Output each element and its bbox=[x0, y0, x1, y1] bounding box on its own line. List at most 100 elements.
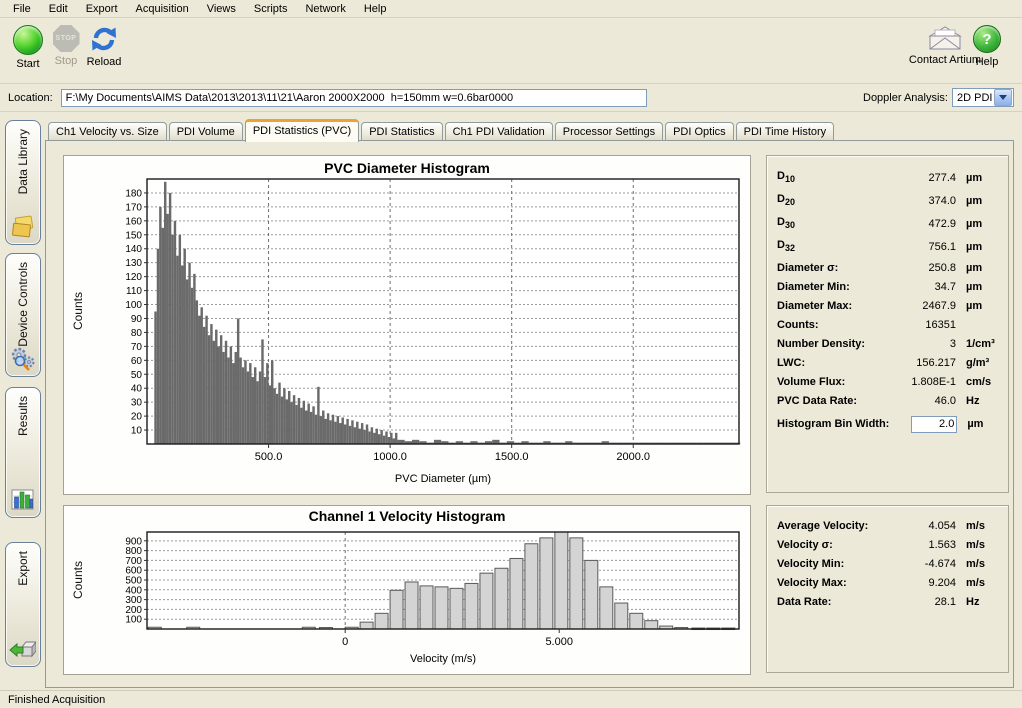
svg-text:120: 120 bbox=[125, 272, 142, 283]
tab-processor-settings[interactable]: Processor Settings bbox=[555, 122, 663, 141]
location-label: Location: bbox=[8, 92, 53, 104]
help-button[interactable]: ? Help bbox=[964, 25, 1010, 68]
results-chart-icon bbox=[10, 488, 36, 512]
svg-text:1000.0: 1000.0 bbox=[373, 451, 407, 463]
stop-label: Stop bbox=[55, 55, 78, 67]
menu-help[interactable]: Help bbox=[355, 1, 396, 17]
pvc-stat-unit-0: µm bbox=[956, 172, 1002, 184]
sidebar-item-results[interactable]: Results bbox=[5, 387, 41, 518]
pvc-stat-row-11: PVC Data Rate:46.0Hz bbox=[767, 391, 1008, 410]
pvc-stat-row-2: D30472.9µm bbox=[767, 212, 1008, 235]
folders-icon bbox=[10, 215, 36, 239]
velocity-stat-value-2: -4.674 bbox=[888, 558, 956, 570]
svg-text:10: 10 bbox=[131, 426, 143, 437]
pvc-stat-row-1: D20374.0µm bbox=[767, 189, 1008, 212]
sidebar-item-device-controls[interactable]: Device Controls bbox=[5, 253, 41, 377]
pvc-stat-row-10: Volume Flux:1.808E-1cm/s bbox=[767, 372, 1008, 391]
tab-bar: Ch1 Velocity vs. Size PDI Volume PDI Sta… bbox=[48, 119, 836, 141]
pvc-stat-value-1: 374.0 bbox=[888, 195, 956, 207]
velocity-stat-label-0: Average Velocity: bbox=[777, 520, 888, 532]
tab-pdi-optics[interactable]: PDI Optics bbox=[665, 122, 734, 141]
status-text: Finished Acquisition bbox=[8, 694, 105, 706]
doppler-analysis-select[interactable]: 2D PDI bbox=[952, 88, 1014, 107]
pvc-stat-unit-12: µm bbox=[957, 418, 1003, 430]
pvc-stat-label-4: Diameter σ: bbox=[777, 262, 888, 274]
location-input[interactable] bbox=[61, 89, 647, 107]
sidebar-item-data-library[interactable]: Data Library bbox=[5, 120, 41, 245]
tab-ch1-velocity-vs-size[interactable]: Ch1 Velocity vs. Size bbox=[48, 122, 167, 141]
velocity-stat-label-2: Velocity Min: bbox=[777, 558, 888, 570]
sidebar-label-data-library: Data Library bbox=[16, 129, 30, 194]
sidebar-label-export: Export bbox=[16, 551, 30, 586]
svg-text:70: 70 bbox=[131, 342, 143, 353]
application-window: File Edit Export Acquisition Views Scrip… bbox=[0, 0, 1022, 708]
pvc-stat-unit-11: Hz bbox=[956, 395, 1002, 407]
tab-pdi-statistics[interactable]: PDI Statistics bbox=[361, 122, 442, 141]
pvc-stat-label-0: D10 bbox=[777, 170, 888, 184]
menu-views[interactable]: Views bbox=[198, 1, 245, 17]
svg-text:160: 160 bbox=[125, 216, 142, 227]
velocity-stat-value-0: 4.054 bbox=[888, 520, 956, 532]
svg-text:2000.0: 2000.0 bbox=[616, 451, 650, 463]
reload-label: Reload bbox=[87, 56, 122, 68]
pvc-chart-xlabel: PVC Diameter (µm) bbox=[147, 473, 739, 485]
pvc-stat-value-5: 34.7 bbox=[888, 281, 956, 293]
svg-text:40: 40 bbox=[131, 384, 143, 395]
status-bar: Finished Acquisition bbox=[0, 690, 1022, 708]
svg-text:100: 100 bbox=[125, 300, 142, 311]
svg-text:80: 80 bbox=[131, 328, 143, 339]
svg-text:400: 400 bbox=[125, 585, 142, 596]
pvc-stat-unit-5: µm bbox=[956, 281, 1002, 293]
menu-network[interactable]: Network bbox=[296, 1, 354, 17]
sidebar-item-export[interactable]: Export bbox=[5, 542, 41, 667]
pvc-stat-value-7: 16351 bbox=[888, 319, 956, 331]
velocity-stat-row-0: Average Velocity:4.054m/s bbox=[767, 516, 1008, 535]
pvc-stat-row-12: Histogram Bin Width: µm bbox=[767, 413, 1008, 435]
pvc-stat-row-9: LWC:156.217g/m³ bbox=[767, 353, 1008, 372]
menu-scripts[interactable]: Scripts bbox=[245, 1, 297, 17]
svg-text:5.000: 5.000 bbox=[545, 636, 573, 648]
velocity-stat-value-1: 1.563 bbox=[888, 539, 956, 551]
menu-export[interactable]: Export bbox=[77, 1, 127, 17]
pvc-stat-label-2: D30 bbox=[777, 216, 888, 230]
pvc-stat-value-6: 2467.9 bbox=[888, 300, 956, 312]
velocity-stat-label-4: Data Rate: bbox=[777, 596, 888, 608]
pvc-stat-unit-2: µm bbox=[956, 218, 1002, 230]
velocity-histogram-plot: 05.000100200300400500600700800900 bbox=[64, 506, 750, 650]
pvc-stat-row-8: Number Density:31/cm³ bbox=[767, 334, 1008, 353]
menu-acquisition[interactable]: Acquisition bbox=[127, 1, 198, 17]
doppler-analysis-label: Doppler Analysis: bbox=[863, 92, 948, 104]
menu-edit[interactable]: Edit bbox=[40, 1, 77, 17]
tab-pdi-time-history[interactable]: PDI Time History bbox=[736, 122, 835, 141]
velocity-histogram-box: Channel 1 Velocity Histogram Counts 05.0… bbox=[63, 505, 751, 675]
pvc-stat-label-12: Histogram Bin Width: bbox=[777, 418, 889, 430]
help-label: Help bbox=[976, 56, 999, 68]
pvc-stat-label-6: Diameter Max: bbox=[777, 300, 888, 312]
tab-ch1-pdi-validation[interactable]: Ch1 PDI Validation bbox=[445, 122, 553, 141]
location-bar: Location: Doppler Analysis: 2D PDI bbox=[0, 84, 1022, 112]
sidebar: Data Library Device Controls Results bbox=[0, 112, 45, 690]
histogram-bin-width-input[interactable] bbox=[911, 416, 957, 433]
pvc-stat-unit-8: 1/cm³ bbox=[956, 338, 1002, 350]
dropdown-button[interactable] bbox=[994, 89, 1012, 106]
svg-text:300: 300 bbox=[125, 595, 142, 606]
reload-button[interactable]: Reload bbox=[76, 25, 132, 68]
svg-text:200: 200 bbox=[125, 605, 142, 616]
pvc-stat-unit-9: g/m³ bbox=[956, 357, 1002, 369]
velocity-statistics-panel: Average Velocity:4.054m/sVelocity σ:1.56… bbox=[766, 505, 1009, 673]
svg-text:60: 60 bbox=[131, 356, 143, 367]
tab-pdi-volume[interactable]: PDI Volume bbox=[169, 122, 243, 141]
menu-file[interactable]: File bbox=[4, 1, 40, 17]
pvc-stat-label-7: Counts: bbox=[777, 319, 888, 331]
menu-bar: File Edit Export Acquisition Views Scrip… bbox=[0, 0, 1022, 18]
svg-text:110: 110 bbox=[126, 286, 142, 297]
svg-text:130: 130 bbox=[125, 258, 142, 269]
pvc-stat-value-10: 1.808E-1 bbox=[888, 376, 956, 388]
pvc-stat-row-4: Diameter σ:250.8µm bbox=[767, 258, 1008, 277]
pvc-stat-unit-6: µm bbox=[956, 300, 1002, 312]
pvc-stat-value-2: 472.9 bbox=[888, 218, 956, 230]
svg-text:20: 20 bbox=[131, 412, 143, 423]
svg-text:0: 0 bbox=[342, 636, 348, 648]
tab-pdi-statistics-pvc[interactable]: PDI Statistics (PVC) bbox=[245, 119, 359, 142]
pvc-stat-unit-3: µm bbox=[956, 241, 1002, 253]
